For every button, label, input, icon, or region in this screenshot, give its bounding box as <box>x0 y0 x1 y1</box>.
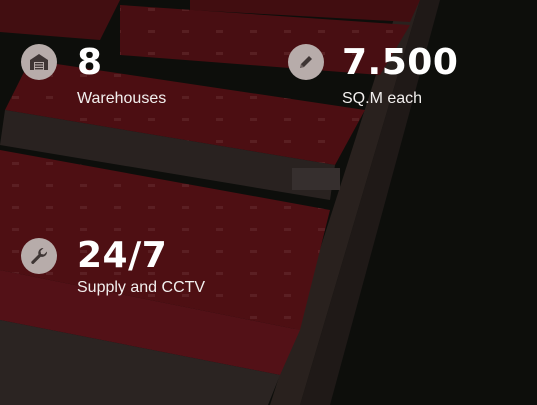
warehouse-icon <box>21 44 57 80</box>
stat-value: 24/7 <box>77 235 168 276</box>
stat-value: 7.500 <box>342 42 459 83</box>
stat-value: 8 <box>77 42 103 83</box>
wrench-icon <box>21 238 57 274</box>
stat-label: SQ.M each <box>342 90 423 107</box>
ruler-pencil-icon <box>288 44 324 80</box>
stat-label: Supply and CCTV <box>77 279 206 296</box>
stat-label: Warehouses <box>77 90 167 107</box>
